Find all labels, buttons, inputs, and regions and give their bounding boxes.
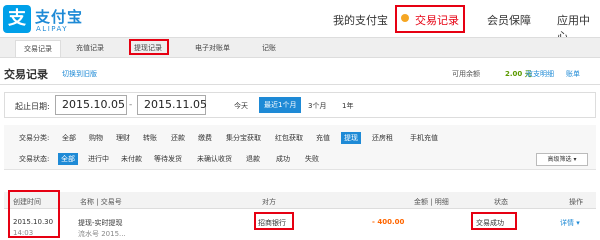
date-separator: - <box>129 100 133 110</box>
date-range-label: 起止日期: <box>15 102 50 111</box>
status-failed[interactable]: 失败 <box>305 154 319 164</box>
type-shopping[interactable]: 购物 <box>89 133 103 143</box>
row-name[interactable]: 提现-实时提现 <box>78 218 123 228</box>
balance-label: 可用余额 <box>452 70 480 78</box>
row-detail-link[interactable]: 详情 ▾ <box>560 218 580 228</box>
logo-subtext: ALIPAY <box>36 25 69 33</box>
highlight-box <box>395 5 465 33</box>
status-awaiting-shipment[interactable]: 等待发货 <box>154 154 182 164</box>
status-success[interactable]: 成功 <box>276 154 290 164</box>
highlight-box <box>254 212 294 230</box>
type-withdraw[interactable]: 提现 <box>341 132 361 144</box>
highlight-box <box>129 39 169 55</box>
logo-text: 支付宝 <box>35 8 84 26</box>
type-rent[interactable]: 还房租 <box>372 133 393 143</box>
status-unconfirmed-receipt[interactable]: 未确认收货 <box>197 154 232 164</box>
switch-version-link[interactable]: 切换到旧版 <box>62 69 97 79</box>
status-all[interactable]: 全部 <box>58 153 78 165</box>
nav-my-alipay[interactable]: 我的支付宝 <box>333 12 388 28</box>
sub-tab-strip: 交易记录 充值记录 提现记录 电子对账单 记账 <box>0 37 600 58</box>
income-detail-link[interactable]: 收支明细 <box>526 69 554 79</box>
col-action: 操作 <box>569 198 583 206</box>
type-recharge[interactable]: 充值 <box>316 133 330 143</box>
bill-link[interactable]: 账单 <box>566 69 580 79</box>
range-today-button[interactable]: 今天 <box>234 101 248 111</box>
range-1-month-button[interactable]: 最近1个月 <box>259 97 302 113</box>
highlight-box <box>8 190 60 238</box>
type-red-packet[interactable]: 红包获取 <box>275 133 303 143</box>
col-status: 状态 <box>494 198 508 206</box>
type-all[interactable]: 全部 <box>62 133 76 143</box>
col-counterparty: 对方 <box>262 198 276 206</box>
end-date-input[interactable]: 2015.11.05 <box>137 95 207 115</box>
col-amount-detail: 金额 | 明细 <box>414 198 449 206</box>
range-3-months-button[interactable]: 3个月 <box>308 101 326 111</box>
type-repayment[interactable]: 还款 <box>171 133 185 143</box>
row-amount: - 400.00 <box>372 218 405 226</box>
tab-bookkeeping[interactable]: 记账 <box>262 43 276 53</box>
tab-e-statement[interactable]: 电子对账单 <box>195 43 230 53</box>
status-unpaid[interactable]: 未付款 <box>121 154 142 164</box>
col-name-trade-no: 名称 | 交易号 <box>80 198 122 206</box>
type-mobile-recharge[interactable]: 手机充值 <box>410 133 438 143</box>
type-bill-payment[interactable]: 缴费 <box>198 133 212 143</box>
tab-recharge-records[interactable]: 充值记录 <box>76 43 104 53</box>
page-title: 交易记录 <box>4 68 48 81</box>
row-trade-no: 流水号 2015... <box>78 230 126 238</box>
status-filter-label: 交易状态: <box>19 155 50 163</box>
divider <box>0 84 600 85</box>
start-date-input[interactable]: 2015.10.05 <box>55 95 127 115</box>
status-refund[interactable]: 退款 <box>246 154 260 164</box>
advanced-filter-button[interactable]: 高级筛选 ▾ <box>536 153 588 166</box>
type-points[interactable]: 集分宝获取 <box>226 133 261 143</box>
nav-member-protection[interactable]: 会员保障 <box>487 12 531 28</box>
highlight-box <box>471 212 517 230</box>
type-filter-label: 交易分类: <box>19 134 50 142</box>
alipay-logo[interactable]: 支 支付宝 ALIPAY <box>3 5 111 35</box>
range-1-year-button[interactable]: 1年 <box>342 101 353 111</box>
type-finance[interactable]: 理财 <box>116 133 130 143</box>
alipay-logo-icon: 支 <box>3 5 31 33</box>
type-transfer[interactable]: 转账 <box>143 133 157 143</box>
tab-trade-records[interactable]: 交易记录 <box>15 40 61 57</box>
status-in-progress[interactable]: 进行中 <box>88 154 109 164</box>
